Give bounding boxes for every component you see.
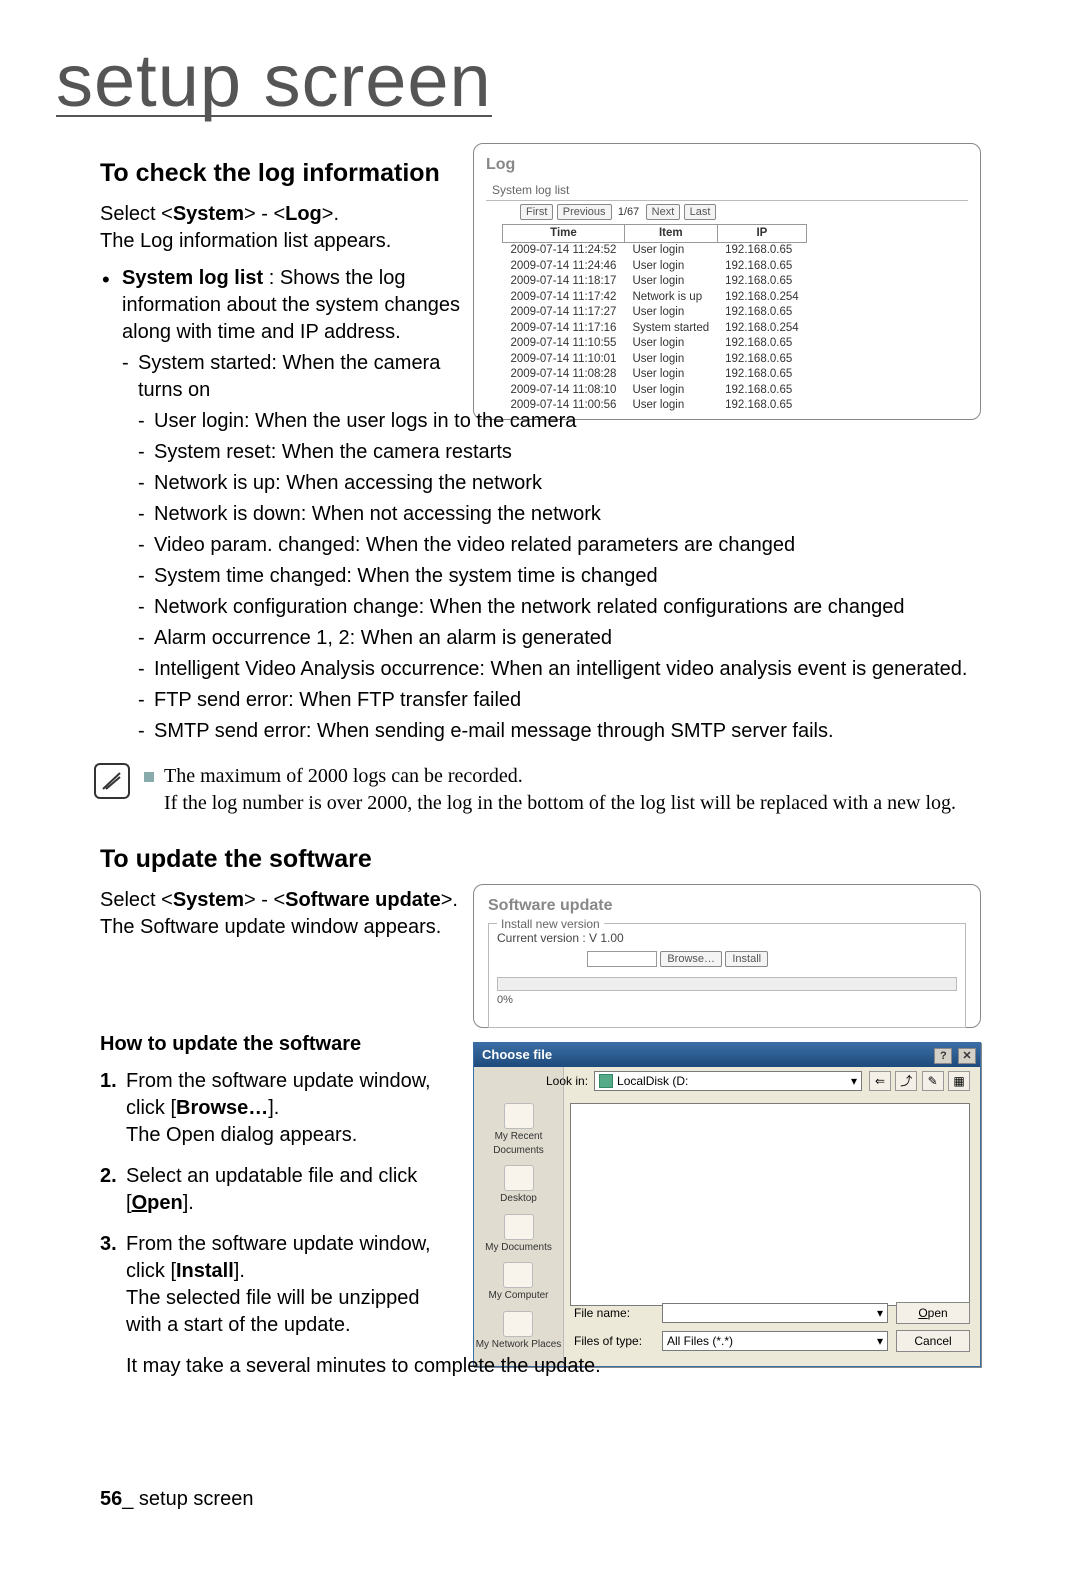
log-item: System reset: When the camera restarts [138,439,980,466]
select-update-line: Select <System> - <Software update>. The… [100,887,460,941]
log-item: SMTP send error: When sending e-mail mes… [138,718,980,745]
bullet-system-log-list: System log list : Shows the log informat… [100,265,460,404]
log-item: Video param. changed: When the video rel… [138,532,980,559]
step-1: From the software update window, click [… [100,1068,460,1149]
step-2: Select an updatable file and click [Open… [100,1163,460,1217]
heading-update: To update the software [100,843,980,877]
log-item: Network configuration change: When the n… [138,594,980,621]
log-item: Network is up: When accessing the networ… [138,470,980,497]
heading-log: To check the log information [100,157,980,191]
select-log-line: Select <System> - <Log>. The Log informa… [100,201,460,255]
log-item: User login: When the user logs in to the… [138,408,980,435]
log-item: System time changed: When the system tim… [138,563,980,590]
page-footer: 56_ setup screen [100,1486,253,1513]
step-3: From the software update window, click [… [100,1231,460,1339]
log-item: Alarm occurrence 1, 2: When an alarm is … [138,625,980,652]
log-item: FTP send error: When FTP transfer failed [138,687,980,714]
note-bullet-icon [144,772,154,782]
step-3-extra: It may take a several minutes to complet… [100,1353,980,1380]
how-to-heading: How to update the software [100,1031,980,1058]
log-item: Network is down: When not accessing the … [138,501,980,528]
log-item: Intelligent Video Analysis occurrence: W… [138,656,980,683]
log-item: System started: When the camera turns on [122,350,460,404]
page-title: setup screen [56,48,492,117]
note-text: The maximum of 2000 logs can be recorded… [144,763,956,817]
note-icon [94,763,130,799]
